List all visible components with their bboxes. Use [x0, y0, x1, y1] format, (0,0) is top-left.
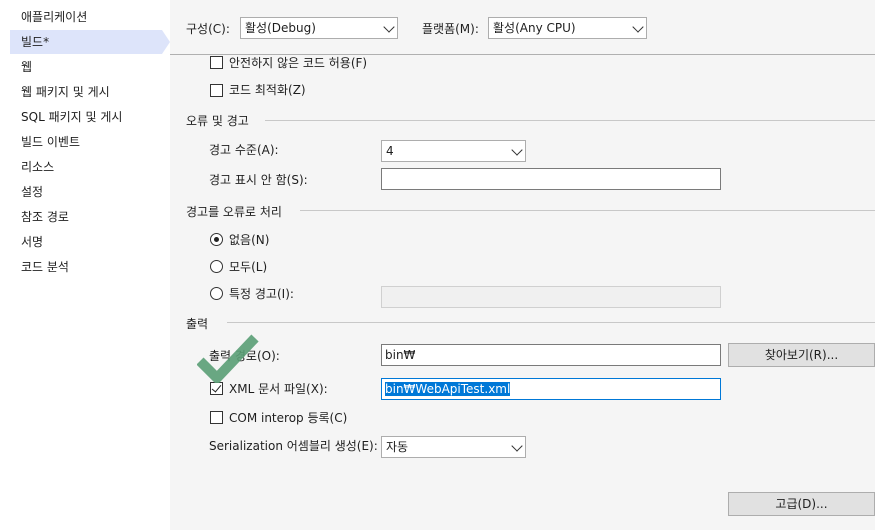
chevron-down-icon — [383, 21, 395, 33]
checkmark-icon — [197, 334, 259, 383]
chevron-down-icon — [511, 144, 523, 156]
output-section-title: 출력 — [186, 317, 209, 331]
sidebar-item-application[interactable]: 애플리케이션 — [10, 5, 162, 29]
unsafe-code-label: 안전하지 않은 코드 허용(F) — [229, 56, 368, 70]
serialization-select[interactable]: 자동 — [381, 436, 526, 458]
sidebar-item-web-package[interactable]: 웹 패키지 및 게시 — [10, 80, 162, 104]
treat-none-radio[interactable] — [210, 233, 223, 246]
output-section-rule — [227, 322, 875, 323]
optimize-code-checkbox[interactable] — [210, 84, 223, 97]
chevron-down-icon — [511, 440, 523, 452]
sidebar-item-code-analysis[interactable]: 코드 분석 — [10, 255, 162, 279]
platform-label: 플랫폼(M): — [422, 22, 479, 36]
treat-none-label: 없음(N) — [229, 233, 270, 247]
treat-specific-label: 특정 경고(I): — [229, 287, 294, 301]
output-path-input[interactable]: bin₩ — [381, 344, 721, 366]
sidebar-item-sql-package[interactable]: SQL 패키지 및 게시 — [10, 105, 162, 129]
platform-select[interactable]: 활성(Any CPU) — [488, 17, 647, 39]
treat-all-label: 모두(L) — [229, 260, 268, 274]
sidebar-item-build[interactable]: 빌드* — [10, 30, 170, 54]
treat-warnings-section-title: 경고를 오류로 처리 — [186, 205, 282, 219]
sidebar: 애플리케이션 빌드* 웹 웹 패키지 및 게시 SQL 패키지 및 게시 빌드 … — [0, 0, 170, 530]
platform-value: 활성(Any CPU) — [493, 21, 576, 35]
warning-level-value: 4 — [386, 144, 394, 158]
suppress-warnings-label: 경고 표시 안 함(S): — [209, 173, 308, 187]
sidebar-item-reference-paths[interactable]: 참조 경로 — [10, 205, 162, 229]
com-interop-label: COM interop 등록(C) — [229, 411, 348, 425]
unsafe-code-checkbox[interactable] — [210, 56, 223, 69]
serialization-value: 자동 — [386, 440, 409, 454]
warning-level-label: 경고 수준(A): — [209, 143, 279, 157]
xml-doc-input[interactable]: bin₩WebApiTest.xml — [381, 378, 721, 400]
browse-button[interactable]: 찾아보기(R)... — [728, 343, 875, 367]
advanced-button[interactable]: 고급(D)... — [728, 492, 875, 516]
specific-warnings-input[interactable] — [381, 286, 721, 308]
sidebar-item-settings[interactable]: 설정 — [10, 180, 162, 204]
suppress-warnings-input[interactable] — [381, 168, 721, 190]
sidebar-item-build-events[interactable]: 빌드 이벤트 — [10, 130, 162, 154]
xml-doc-label: XML 문서 파일(X): — [229, 382, 328, 396]
errors-section-title: 오류 및 경고 — [186, 114, 249, 128]
xml-doc-value: bin₩WebApiTest.xml — [385, 382, 511, 396]
serialization-label: Serialization 어셈블리 생성(E): — [209, 439, 378, 453]
sidebar-item-resources[interactable]: 리소스 — [10, 155, 162, 179]
build-properties-panel: 구성(C): 활성(Debug) 플랫폼(M): 활성(Any CPU) 안전하… — [170, 0, 875, 530]
treat-all-radio[interactable] — [210, 260, 223, 273]
treat-specific-radio[interactable] — [210, 287, 223, 300]
config-label: 구성(C): — [186, 22, 230, 36]
optimize-code-label: 코드 최적화(Z) — [229, 83, 306, 97]
com-interop-checkbox[interactable] — [210, 411, 223, 424]
treat-warnings-section-rule — [300, 210, 875, 211]
sidebar-item-web[interactable]: 웹 — [10, 55, 162, 79]
config-value: 활성(Debug) — [245, 21, 316, 35]
sidebar-item-signing[interactable]: 서명 — [10, 230, 162, 254]
warning-level-select[interactable]: 4 — [381, 140, 526, 162]
xml-doc-checkbox[interactable] — [210, 382, 223, 395]
chevron-down-icon — [632, 21, 644, 33]
errors-section-rule — [265, 120, 875, 121]
config-select[interactable]: 활성(Debug) — [240, 17, 398, 39]
